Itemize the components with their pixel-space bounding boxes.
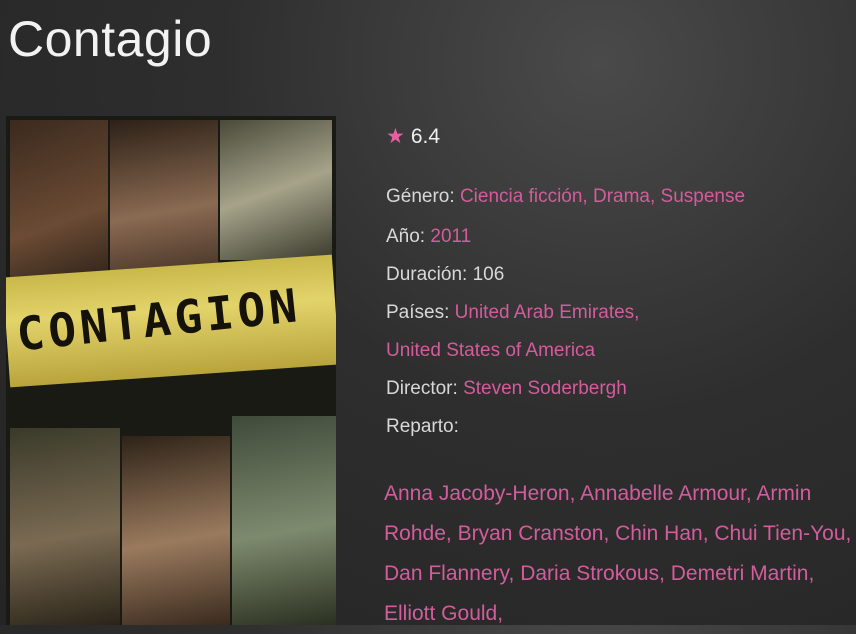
genre-row: Género: Ciencia ficción, Drama, Suspense	[386, 186, 745, 208]
poster-photo	[232, 416, 336, 625]
duration-label: Duración:	[386, 264, 468, 285]
duration-row: Duración: 106	[386, 264, 504, 286]
rating: ★ 6.4	[386, 124, 440, 149]
director-label: Director:	[386, 378, 458, 399]
star-icon: ★	[386, 125, 405, 148]
duration-value: 106	[472, 264, 505, 285]
cast-list: Anna Jacoby-Heron, Annabelle Armour, Arm…	[384, 482, 852, 625]
cast-label: Reparto:	[386, 416, 459, 437]
countries-label: Países:	[386, 302, 450, 323]
rating-value: 6.4	[410, 124, 441, 148]
countries-row-2: United States of America	[386, 340, 595, 362]
country-link[interactable]: United States of America	[386, 340, 595, 361]
cast-label-row: Reparto:	[386, 416, 459, 438]
cast-member-link[interactable]: Anna Jacoby-Heron	[384, 482, 570, 505]
poster-photo	[10, 428, 120, 625]
director-value[interactable]: Steven Soderbergh	[463, 378, 627, 399]
genre-value[interactable]: Ciencia ficción, Drama, Suspense	[460, 186, 745, 207]
page-title: Contagio	[8, 11, 213, 67]
cast-member-link[interactable]: Chin Han	[615, 522, 703, 545]
poster-photo	[110, 120, 218, 286]
country-link[interactable]: United Arab Emirates,	[455, 302, 640, 323]
cast-member-link[interactable]: Dan Flannery	[384, 562, 509, 585]
genre-label: Género:	[386, 186, 455, 207]
poster-photo	[220, 120, 332, 260]
cast-member-link[interactable]: Demetri Martin	[671, 562, 809, 585]
cast-member-link[interactable]: Elliott Gould	[384, 602, 497, 625]
cast-member-link[interactable]: Annabelle Armour	[580, 482, 746, 505]
year-row: Año: 2011	[386, 226, 471, 248]
poster-photo	[10, 120, 108, 286]
year-label: Año:	[386, 226, 426, 247]
movie-poster[interactable]: CONTAGION	[6, 116, 336, 625]
cast-member-link[interactable]: Daria Strokous	[520, 562, 659, 585]
cast-member-link[interactable]: Bryan Cranston	[458, 522, 604, 545]
year-value[interactable]: 2011	[430, 226, 471, 247]
director-row: Director: Steven Soderbergh	[386, 378, 627, 400]
poster-photo	[122, 436, 230, 625]
cast-member-link[interactable]: Chui Tien-You	[714, 522, 845, 545]
countries-row: Países: United Arab Emirates,	[386, 302, 639, 324]
